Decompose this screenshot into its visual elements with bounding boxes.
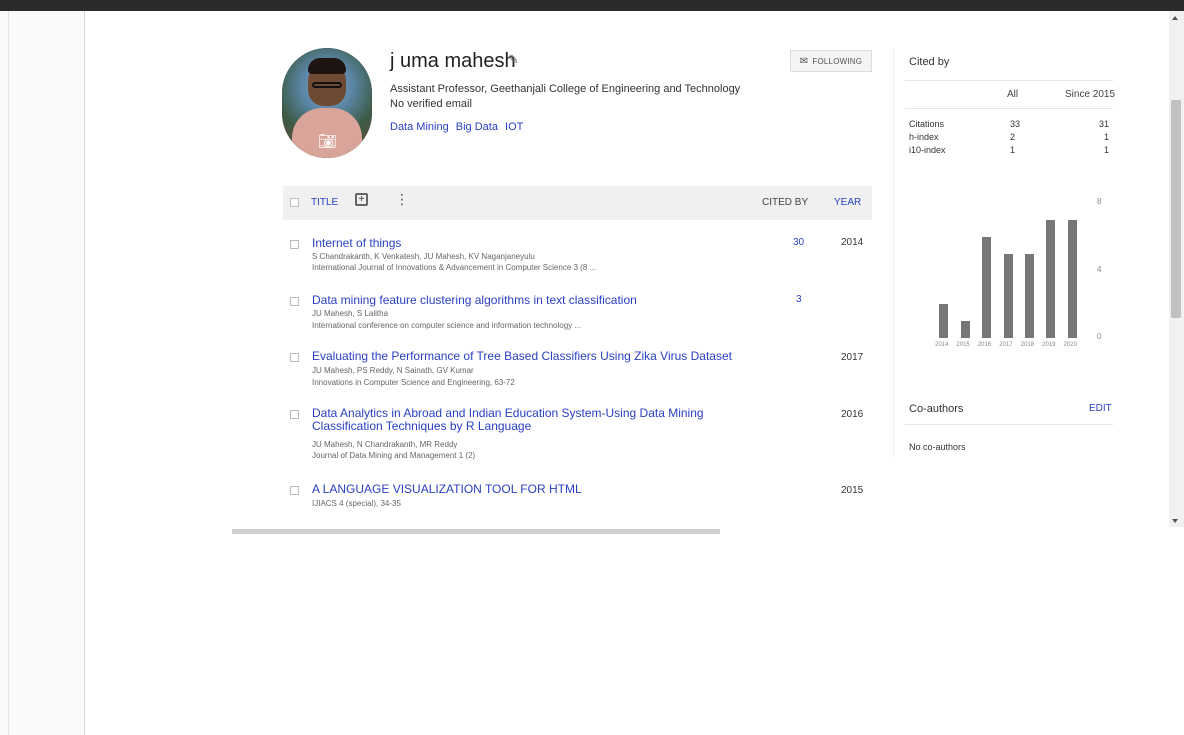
article-title-link[interactable]: Data Analytics in Abroad and Indian Educ… [312, 407, 757, 433]
profile-name: j uma mahesh [390, 50, 516, 72]
y-tick-label: 8 [1097, 197, 1102, 206]
browser-top-bar [0, 0, 1184, 11]
article-authors: JU Mahesh, S Lalitha [312, 309, 389, 318]
avatar-hair [308, 58, 346, 74]
y-tick-label: 4 [1097, 264, 1102, 274]
stat-all: 33 [1010, 119, 1021, 129]
article-venue: International conference on computer sci… [312, 321, 582, 330]
interest-link[interactable]: Data Mining [390, 121, 449, 133]
coauthors-empty-text: No co-authors [909, 442, 966, 452]
stat-label: i10-index [909, 145, 946, 155]
x-tick-label: 2016 [977, 342, 992, 348]
citations-bar-chart: 8 4 0 2014 2015 2016 2017 2018 2019 2020 [905, 195, 1115, 355]
article-cited-count[interactable]: 3 [796, 294, 802, 305]
stat-label: h-index [909, 132, 939, 142]
divider [905, 108, 1113, 109]
coauthors-title: Co-authors [909, 403, 964, 415]
article-venue: International Journal of Innovations & A… [312, 263, 597, 272]
following-button[interactable]: ✉ FOLLOWING [790, 50, 872, 72]
scroll-down-arrow-icon[interactable] [1172, 519, 1178, 523]
x-tick-label: 2017 [999, 342, 1013, 348]
row-checkbox[interactable] [290, 410, 299, 419]
stat-all: 1 [1010, 145, 1016, 155]
chart-bar[interactable] [982, 236, 992, 338]
article-title-link[interactable]: Internet of things [312, 237, 752, 250]
divider [905, 424, 1113, 425]
stat-since: 1 [1103, 145, 1109, 155]
x-tick-label: 2020 [1063, 342, 1077, 348]
chart-bar[interactable] [1046, 219, 1056, 338]
interest-link[interactable]: IOT [505, 121, 523, 133]
chart-bar[interactable] [960, 321, 970, 338]
cited-by-title: Cited by [909, 56, 950, 68]
add-box-icon[interactable]: + [355, 193, 368, 206]
chart-bar[interactable] [1067, 219, 1077, 338]
avatar-glasses [312, 82, 342, 88]
article-authors: S Chandrakanth, K Venkatesh, JU Mahesh, … [312, 252, 535, 261]
row-checkbox[interactable] [290, 240, 299, 249]
stats-header-since: Since 2015 [1065, 89, 1116, 100]
article-venue: IJIACS 4 (special), 34-35 [312, 499, 401, 508]
row-checkbox[interactable] [290, 353, 299, 362]
divider [905, 80, 1113, 81]
following-button-label: FOLLOWING [812, 56, 863, 66]
article-cited-count[interactable]: 30 [793, 237, 804, 248]
row-checkbox[interactable] [290, 486, 299, 495]
stat-since: 31 [1098, 119, 1109, 129]
more-vert-icon[interactable]: ⋮ [395, 192, 409, 208]
sort-by-cited[interactable]: CITED BY [762, 197, 808, 208]
articles-table-header: TITLE + ⋮ CITED BY YEAR [283, 186, 872, 220]
profile-interests: Data Mining Big Data IOT [390, 121, 527, 133]
article-title-link[interactable]: A LANGUAGE VISUALIZATION TOOL FOR HTML [312, 483, 752, 496]
mail-icon: ✉ [799, 55, 809, 67]
article-year: 2017 [841, 352, 864, 363]
chart-bar[interactable] [939, 304, 949, 338]
horizontal-scrollbar-thumb[interactable] [232, 529, 720, 534]
x-tick-label: 2019 [1042, 342, 1056, 348]
interest-link[interactable]: Big Data [456, 121, 498, 133]
stats-header-all: All [1007, 89, 1019, 100]
stat-since: 1 [1103, 132, 1109, 142]
profile-email: No verified email [390, 98, 472, 110]
article-year: 2016 [841, 409, 864, 420]
profile-affiliation: Assistant Professor, Geethanjali College… [390, 83, 741, 95]
article-venue: Journal of Data Mining and Management 1 … [312, 451, 476, 460]
article-venue: Innovations in Computer Science and Engi… [312, 378, 515, 387]
article-title-link[interactable]: Evaluating the Performance of Tree Based… [312, 350, 752, 363]
row-checkbox[interactable] [290, 297, 299, 306]
article-year: 2014 [841, 237, 864, 248]
camera-icon[interactable]: 📷︎ [318, 132, 337, 150]
x-tick-label: 2018 [1020, 342, 1035, 348]
x-tick-label: 2014 [935, 342, 949, 348]
stat-label: Citations [909, 119, 945, 129]
article-authors: JU Mahesh, N Chandrakanth, MR Reddy [312, 440, 458, 449]
avatar[interactable]: 📷︎ [282, 48, 372, 158]
pencil-icon[interactable]: ✎ [508, 53, 519, 68]
left-divider [84, 11, 85, 735]
sort-by-year[interactable]: YEAR [834, 197, 861, 208]
column-divider [893, 48, 894, 458]
article-year: 2015 [841, 485, 864, 496]
left-panel-edge [8, 11, 9, 735]
coauthors-edit-link[interactable]: EDIT [1089, 403, 1112, 414]
scrollbar-thumb[interactable] [1171, 100, 1181, 318]
sort-by-title[interactable]: TITLE [311, 197, 338, 208]
left-panel [0, 11, 84, 735]
x-tick-label: 2015 [956, 342, 970, 348]
article-title-link[interactable]: Data mining feature clustering algorithm… [312, 294, 752, 307]
y-tick-label: 0 [1097, 332, 1102, 341]
select-all-checkbox[interactable] [290, 198, 299, 207]
article-authors: JU Mahesh, PS Reddy, N Sainath, GV Kumar [312, 366, 474, 375]
chart-bar[interactable] [1003, 253, 1013, 338]
scroll-up-arrow-icon[interactable] [1172, 16, 1178, 20]
chart-bar[interactable] [1024, 253, 1034, 338]
stat-all: 2 [1010, 132, 1016, 142]
